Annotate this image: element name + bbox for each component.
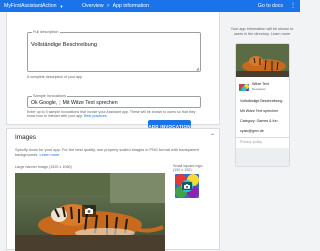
invocation-divider: | — [59, 100, 61, 106]
images-subtitle: Specify icons for your app. For the best… — [15, 147, 215, 158]
project-name: MyFirstAssistantAction — [4, 3, 57, 9]
app-details-card: Full description Vollständige Beschreibu… — [6, 12, 220, 132]
preview-banner-image — [236, 44, 289, 77]
breadcrumb-overview[interactable]: Overview — [82, 3, 104, 9]
images-card: Images ⌃ Specify icons for your app. For… — [6, 128, 220, 251]
preview-app-logo — [239, 81, 249, 91]
change-image-camera-icon[interactable] — [82, 205, 96, 217]
full-description-field[interactable]: Full description Vollständige Beschreibu… — [27, 30, 201, 72]
top-app-bar: MyFirstAssistantAction ▼ Overview > App … — [0, 0, 300, 12]
full-description-value[interactable]: Vollständige Beschreibung — [31, 42, 97, 48]
full-description-hint: A complete description of your app — [27, 75, 83, 79]
sample-hint-text: Enter up to 5 sample invocations that in… — [27, 110, 196, 119]
small-square-logo[interactable] — [175, 174, 199, 198]
breadcrumb-current: App information — [112, 3, 149, 9]
large-banner-label: Large banner image (1920 x 1080) — [15, 165, 72, 169]
more-vert-icon[interactable]: ⋮ — [290, 3, 296, 9]
best-practices-link[interactable]: Best practices — [84, 114, 107, 118]
preview-category: Category: Games & fun — [240, 119, 278, 123]
change-logo-camera-icon[interactable] — [182, 182, 192, 190]
resize-handle-icon[interactable]: ◢ — [196, 66, 199, 71]
preview-app-name: Witze Text — [252, 82, 269, 86]
directory-preview-panel: Your app information will be shown to us… — [223, 12, 300, 250]
preview-divider — [236, 137, 289, 138]
breadcrumb: Overview > App information — [82, 3, 149, 9]
chevron-up-icon[interactable]: ⌃ — [210, 133, 215, 140]
preview-developer: Developer — [252, 87, 266, 91]
images-section-title: Images — [15, 134, 36, 141]
preview-description: Vollständige Beschreibung — [240, 99, 283, 103]
sample-invocation-value[interactable]: Ok Google, | Mit Witze Text sprechen — [31, 100, 118, 106]
project-selector[interactable]: MyFirstAssistantAction ▼ — [0, 3, 82, 9]
preview-footer-area — [236, 148, 289, 166]
go-to-docs-link[interactable]: Go to docs — [258, 3, 283, 9]
large-banner-image[interactable] — [15, 173, 165, 251]
phone-preview: Witze Text Developer Vollständige Beschr… — [235, 43, 290, 167]
sample-invocations-label: Sample invocations — [32, 94, 67, 98]
chevron-down-icon: ▼ — [59, 3, 64, 9]
sample-invocations-hint: Enter up to 5 sample invocations that in… — [27, 110, 202, 119]
full-description-label: Full description — [32, 30, 60, 34]
small-logo-label: Small square logo (192 x 192) — [173, 164, 203, 173]
invocation-phrase: Mit Witze Text sprechen — [62, 100, 118, 106]
sample-invocation-field[interactable]: Sample invocations Ok Google, | Mit Witze … — [27, 94, 201, 108]
preview-invocation: Mit Witze Text sprechen — [240, 109, 279, 113]
preview-privacy-policy: Privacy policy — [240, 140, 262, 144]
invocation-prefix: Ok Google, — [31, 100, 58, 106]
learn-more-link[interactable]: Learn more — [39, 152, 59, 157]
breadcrumb-separator: > — [106, 3, 110, 9]
preview-email: cyalo@gmx.de — [240, 129, 264, 133]
preview-title: Your app information will be shown to us… — [230, 27, 294, 36]
